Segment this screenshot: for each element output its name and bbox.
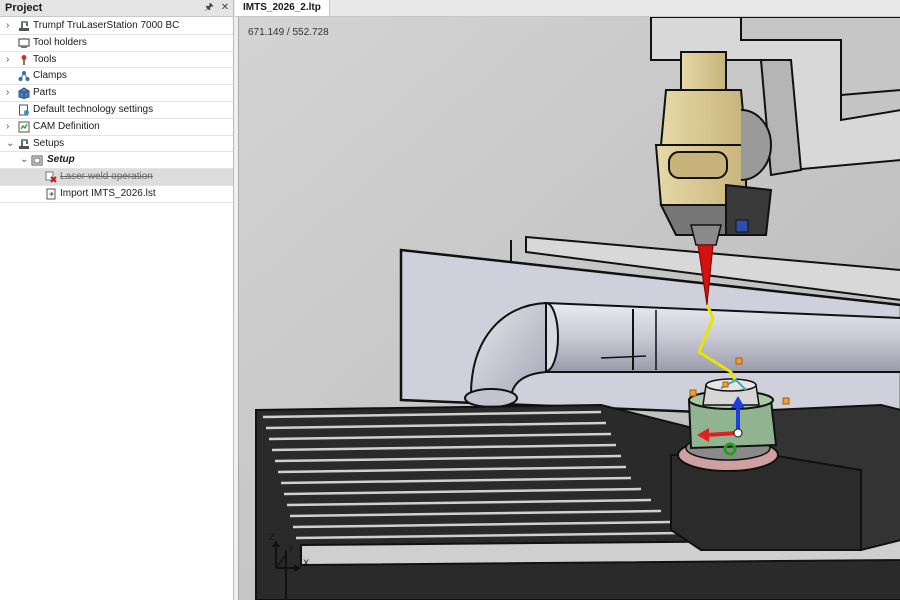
cam-icon: [18, 121, 30, 133]
part-icon: [18, 87, 30, 100]
tree-label-setup: Setup: [47, 154, 75, 166]
chevron-right-icon[interactable]: ›: [6, 54, 15, 65]
tree-label-laser-weld-operation: Laser weld operation: [60, 171, 153, 183]
close-icon[interactable]: ✕: [219, 1, 231, 14]
tree-item-tools[interactable]: › Tools: [0, 52, 233, 69]
document-tab-bar: IMTS_2026_2.ltp: [235, 0, 900, 17]
tree-label-clamps: Clamps: [33, 70, 67, 82]
coordinate-readout: 671.149 / 552.728: [248, 27, 329, 38]
machine-icon: [19, 138, 29, 149]
project-panel: Project 🖈 ✕ › Trumpf TruLaserStation 700…: [0, 0, 234, 600]
tree-label-import: Import IMTS_2026.lst: [60, 187, 156, 199]
chevron-down-icon[interactable]: ⌄: [6, 138, 15, 149]
tree-item-default-technology-settings[interactable]: Default technology settings: [0, 102, 233, 119]
settings-icon: [19, 104, 29, 116]
tree-label-default-technology-settings: Default technology settings: [33, 103, 154, 115]
axis-y-label: Y: [288, 544, 294, 554]
tree-item-setup[interactable]: ⌄ Setup: [0, 152, 233, 170]
chevron-down-icon[interactable]: ⌄: [20, 154, 29, 165]
tree-item-tool-holders[interactable]: Tool holders: [0, 35, 233, 52]
tree-item-clamps[interactable]: Clamps: [0, 68, 233, 86]
3d-viewport[interactable]: X Y Z 671.149 / 552.728: [238, 17, 900, 600]
tree-label-tool-holders: Tool holders: [33, 36, 87, 48]
setup-icon: [31, 155, 43, 166]
chevron-right-icon[interactable]: ›: [6, 87, 15, 98]
chevron-right-icon[interactable]: ›: [6, 121, 15, 132]
tree-item-parts[interactable]: › Parts: [0, 85, 233, 102]
tree-item-import[interactable]: Import IMTS_2026.lst: [0, 186, 233, 203]
tree-item-laser-weld-operation[interactable]: Laser weld operation: [0, 169, 233, 186]
tree-item-cam-definition[interactable]: › CAM Definition: [0, 119, 233, 136]
tool-holder-icon: [18, 38, 30, 48]
error-icon: [45, 171, 57, 183]
tool-icon: [21, 54, 27, 65]
tree-label-parts: Parts: [33, 87, 57, 99]
tree-item-machine[interactable]: › Trumpf TruLaserStation 7000 BC: [0, 18, 233, 35]
machine-icon: [19, 21, 29, 31]
tree-label-setups: Setups: [33, 137, 65, 149]
tree-label-tools: Tools: [33, 53, 57, 65]
axis-z-label: Z: [269, 532, 275, 542]
clamp-icon: [18, 71, 30, 82]
document-tab[interactable]: IMTS_2026_2.ltp: [235, 0, 330, 16]
pin-icon[interactable]: 🖈: [203, 1, 215, 14]
panel-header: Project 🖈 ✕: [0, 0, 233, 17]
import-icon: [46, 188, 56, 200]
tree-label-machine: Trumpf TruLaserStation 7000 BC: [33, 20, 180, 31]
axis-x-label: X: [303, 558, 309, 568]
panel-title: Project: [5, 2, 43, 14]
tree-item-setups[interactable]: ⌄ Setups: [0, 136, 233, 153]
project-tree: › Trumpf TruLaserStation 7000 BC Tool ho…: [0, 18, 233, 203]
chevron-right-icon[interactable]: ›: [6, 20, 15, 31]
machine-scene: X Y Z: [239, 17, 900, 600]
tree-label-cam-definition: CAM Definition: [33, 120, 100, 132]
